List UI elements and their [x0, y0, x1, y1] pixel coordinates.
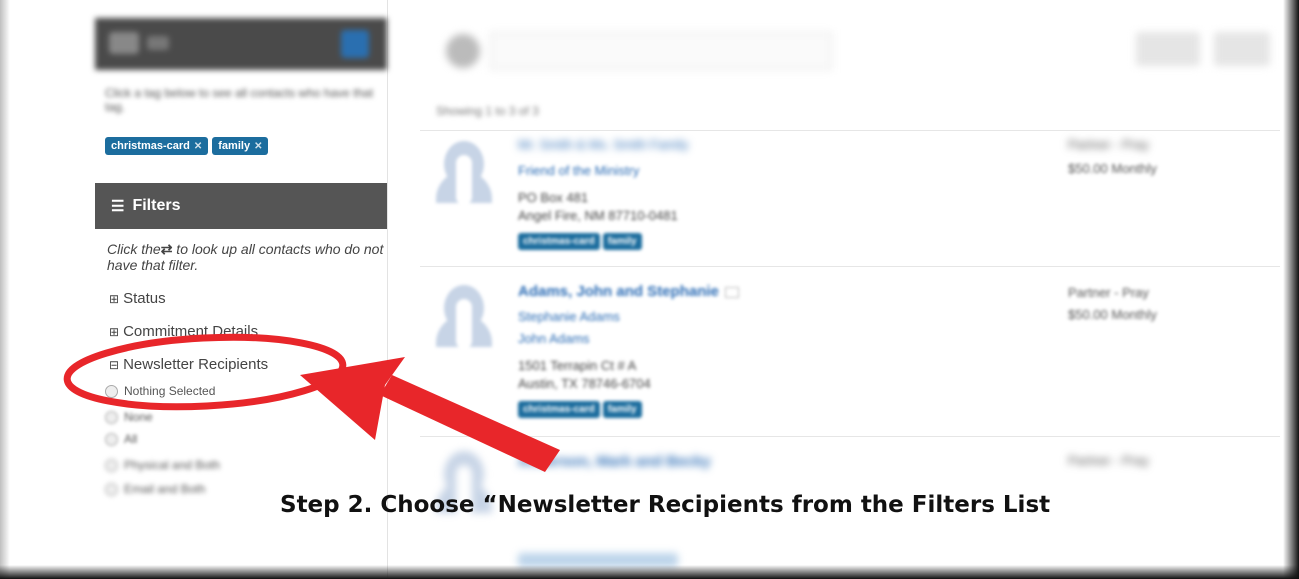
contact-subline[interactable]: John Adams	[518, 331, 590, 346]
frame-shadow-bottom	[0, 565, 1299, 579]
contact-status: Partner - Pray	[1068, 137, 1149, 152]
expand-icon: ⊞	[109, 325, 120, 339]
step-caption: Step 2. Choose “Newsletter Recipients fr…	[280, 492, 1051, 518]
filter-status[interactable]: ⊞ Status	[109, 290, 166, 307]
tag-christmas-card[interactable]: christmas-card	[518, 233, 600, 250]
radio-physical[interactable]: Physical and Both	[105, 458, 220, 472]
filters-header: ☰ Filters	[95, 183, 387, 229]
filters-title: Filters	[132, 197, 181, 214]
radio-nothing-selected[interactable]: Nothing Selected	[105, 384, 215, 398]
tag-instructions: Click a tag below to see all contacts wh…	[105, 86, 374, 114]
filter-newsletter-recipients[interactable]: ⊟ Newsletter Recipients	[109, 356, 268, 373]
contact-pledge: $50.00 Monthly	[1068, 161, 1157, 176]
avatar	[436, 285, 492, 349]
radio-none[interactable]: None	[105, 410, 153, 424]
actions-button[interactable]	[1136, 32, 1200, 66]
contact-name[interactable]: Anderson, Mark and Becky	[518, 453, 711, 470]
tag-family[interactable]: family ✕	[212, 137, 269, 155]
contact-address-1: 1501 Terrapin Ct # A	[518, 358, 637, 373]
contact-address-2: Austin, TX 78746-6704	[518, 376, 651, 391]
app-logo	[109, 32, 139, 54]
active-tags: christmas-card ✕ family ✕	[105, 137, 269, 155]
contact-status: Partner - Pray	[1068, 453, 1149, 468]
contact-name[interactable]: Adams, John and Stephanie	[518, 283, 739, 300]
tag-family[interactable]: family	[602, 401, 642, 418]
radio-all[interactable]: All	[105, 432, 137, 446]
filter-commitment-details[interactable]: ⊞ Commitment Details	[109, 323, 258, 340]
showing-count: Showing 1 to 3 of 3	[436, 104, 539, 118]
sliders-icon: ☰	[111, 198, 125, 215]
radio-email[interactable]: Email and Both	[105, 482, 205, 496]
contact-status: Partner - Pray	[1068, 285, 1149, 300]
contact-tags: christmas-card family	[518, 401, 642, 418]
frame-shadow-left	[0, 0, 10, 579]
swap-icon: ⇄	[160, 241, 173, 257]
contact-address-2: Angel Fire, NM 87710-0481	[518, 208, 678, 223]
contact-tags: christmas-card family	[518, 233, 642, 250]
top-toolbar	[420, 20, 1280, 76]
tag-christmas-card[interactable]: christmas-card	[518, 401, 600, 418]
radio-circle[interactable]	[105, 458, 118, 472]
contact-row[interactable]: Mr. Smith & Ms. Smith Family Friend of t…	[420, 130, 1280, 267]
frame-shadow-right	[1283, 0, 1299, 579]
avatar	[436, 141, 492, 205]
close-icon[interactable]: ✕	[254, 141, 262, 152]
contacts-panel: Showing 1 to 3 of 3 Mr. Smith & Ms. Smit…	[420, 0, 1280, 567]
radio-circle[interactable]	[105, 482, 118, 496]
collapse-icon: ⊟	[109, 358, 120, 372]
radio-circle[interactable]	[105, 432, 118, 446]
add-button[interactable]	[1214, 32, 1270, 66]
tag-christmas-card[interactable]: christmas-card ✕	[105, 137, 209, 155]
radio-circle[interactable]	[105, 410, 118, 424]
select-all-checkbox[interactable]	[446, 34, 480, 68]
contact-address-1: PO Box 481	[518, 190, 589, 205]
contact-subline[interactable]: Stephanie Adams	[518, 309, 620, 324]
radio-circle[interactable]	[105, 384, 118, 398]
tag-family[interactable]: family	[602, 233, 642, 250]
contact-name[interactable]: Mr. Smith & Ms. Smith Family	[518, 137, 688, 152]
screenshot-frame: Click a tag below to see all contacts wh…	[0, 0, 1299, 579]
expand-icon: ⊞	[109, 292, 120, 306]
mail-icon	[724, 286, 739, 298]
search-input[interactable]	[490, 32, 832, 70]
contact-pledge: $50.00 Monthly	[1068, 307, 1157, 322]
contact-row[interactable]: Adams, John and Stephanie Stephanie Adam…	[420, 266, 1280, 437]
search-button[interactable]	[341, 30, 369, 58]
contact-subline[interactable]: Friend of the Ministry	[518, 163, 639, 178]
app-name	[147, 36, 169, 50]
sidebar-top-bar	[95, 18, 387, 70]
close-icon[interactable]: ✕	[194, 141, 202, 152]
filter-help-text: Click the⇄ to look up all contacts who d…	[107, 241, 384, 273]
